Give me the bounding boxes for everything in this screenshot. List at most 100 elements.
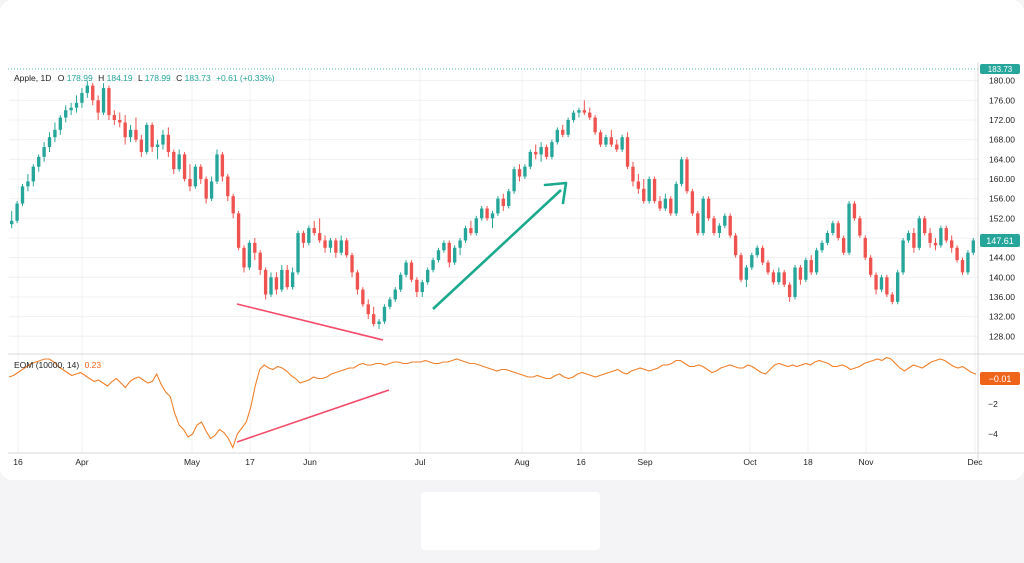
candle <box>647 176 651 204</box>
candle-body <box>10 220 14 225</box>
candle <box>863 235 867 261</box>
candle-body <box>307 228 311 243</box>
candle-body <box>841 237 846 253</box>
legend-o-value: 178.99 <box>67 73 93 83</box>
time-tick-label: May <box>184 457 201 467</box>
candle <box>960 257 965 275</box>
candle <box>512 166 516 194</box>
candle <box>236 210 241 251</box>
candle-body <box>928 233 932 243</box>
candle-body <box>674 183 678 214</box>
candle-body <box>966 252 970 273</box>
last-price-badge-text: 147.61 <box>986 236 1014 246</box>
candle-body <box>463 228 468 241</box>
eom-legend: EOM (10000, 14) 0.23 <box>14 360 101 370</box>
candle-body <box>760 247 765 263</box>
legend-c-label: C <box>176 73 182 83</box>
candle-body <box>939 228 943 246</box>
candle-body <box>501 198 505 207</box>
candle-body <box>679 159 684 184</box>
time-tick-label: 16 <box>13 457 23 467</box>
last-price-badge: 147.61 <box>980 234 1020 247</box>
candle-body <box>733 235 738 256</box>
candle-body <box>534 151 538 155</box>
price-tick-label: 156.00 <box>989 194 1015 204</box>
candle-body <box>960 260 965 273</box>
candle-body <box>728 215 732 236</box>
candle <box>20 183 25 207</box>
chart-card: 180.00 176.00 172.00 168.00 164.00 160.00 156.… <box>0 0 1024 563</box>
candle-body <box>744 267 749 280</box>
candle-body <box>766 262 770 273</box>
candle-body <box>285 269 289 288</box>
candle-body <box>625 137 630 167</box>
candle <box>674 181 678 216</box>
candle <box>901 237 905 275</box>
candle <box>895 269 900 305</box>
legend-h-label: H <box>98 73 104 83</box>
candle <box>193 164 198 189</box>
candle <box>620 134 624 152</box>
candle-body <box>885 277 889 295</box>
candle-body <box>874 274 878 290</box>
candle-body <box>118 120 122 123</box>
candle <box>923 215 927 236</box>
candle-body <box>436 250 441 261</box>
candle-body <box>172 151 176 170</box>
candle-body <box>793 267 797 297</box>
candle-body <box>723 215 727 226</box>
time-tick-label: Nov <box>858 457 874 467</box>
time-tick-label: Aug <box>514 457 529 467</box>
candle-body <box>879 277 884 290</box>
candle-body <box>215 154 219 182</box>
candle-body <box>825 233 830 243</box>
candle-body <box>199 166 203 179</box>
eom-last-badge-text: −0.01 <box>989 374 1012 384</box>
candle <box>344 237 349 258</box>
candle-body <box>139 139 144 152</box>
candle-body <box>787 284 792 297</box>
candle-body <box>398 274 403 290</box>
price-tick-label: 168.00 <box>989 135 1015 145</box>
price-tick-label: 164.00 <box>989 154 1015 164</box>
candle <box>728 213 732 238</box>
candle-body <box>588 112 592 118</box>
top-price-badge-text: 183.73 <box>988 65 1013 74</box>
candle <box>696 210 700 236</box>
candle <box>841 235 846 256</box>
legend-change: +0.61 (+0.33%) <box>216 73 275 83</box>
candle <box>739 252 743 283</box>
candle-body <box>836 223 840 238</box>
candle-body <box>388 299 392 307</box>
candle-body <box>328 240 333 248</box>
top-price-badge: 183.73 <box>980 64 1020 74</box>
candle-body <box>85 85 90 93</box>
candle <box>733 233 738 258</box>
candle <box>917 215 921 251</box>
candle-body <box>317 233 322 241</box>
candle-body <box>253 242 257 253</box>
candle-body <box>917 218 921 248</box>
candle-body <box>123 122 127 138</box>
candle-body <box>128 129 133 138</box>
candle-body <box>296 233 300 273</box>
candle <box>701 196 705 236</box>
candle-body <box>912 233 916 248</box>
chart-canvas[interactable]: 180.00 176.00 172.00 168.00 164.00 160.00 156.… <box>0 0 1024 563</box>
candle-body <box>382 306 387 322</box>
time-tick-label: Jul <box>415 457 426 467</box>
candle-body <box>145 124 149 152</box>
candle <box>625 132 630 170</box>
candle-body <box>415 279 419 293</box>
time-tick-label: 18 <box>803 457 813 467</box>
candle <box>555 127 560 145</box>
candle-body <box>377 321 381 324</box>
time-tick-label: Apr <box>75 457 88 467</box>
candle-body <box>906 233 911 241</box>
candle-body <box>20 186 25 204</box>
candle-body <box>566 120 570 135</box>
candle-body <box>950 240 954 248</box>
candle-body <box>101 88 106 113</box>
candle <box>712 215 716 236</box>
blank-caption-box <box>421 492 600 550</box>
